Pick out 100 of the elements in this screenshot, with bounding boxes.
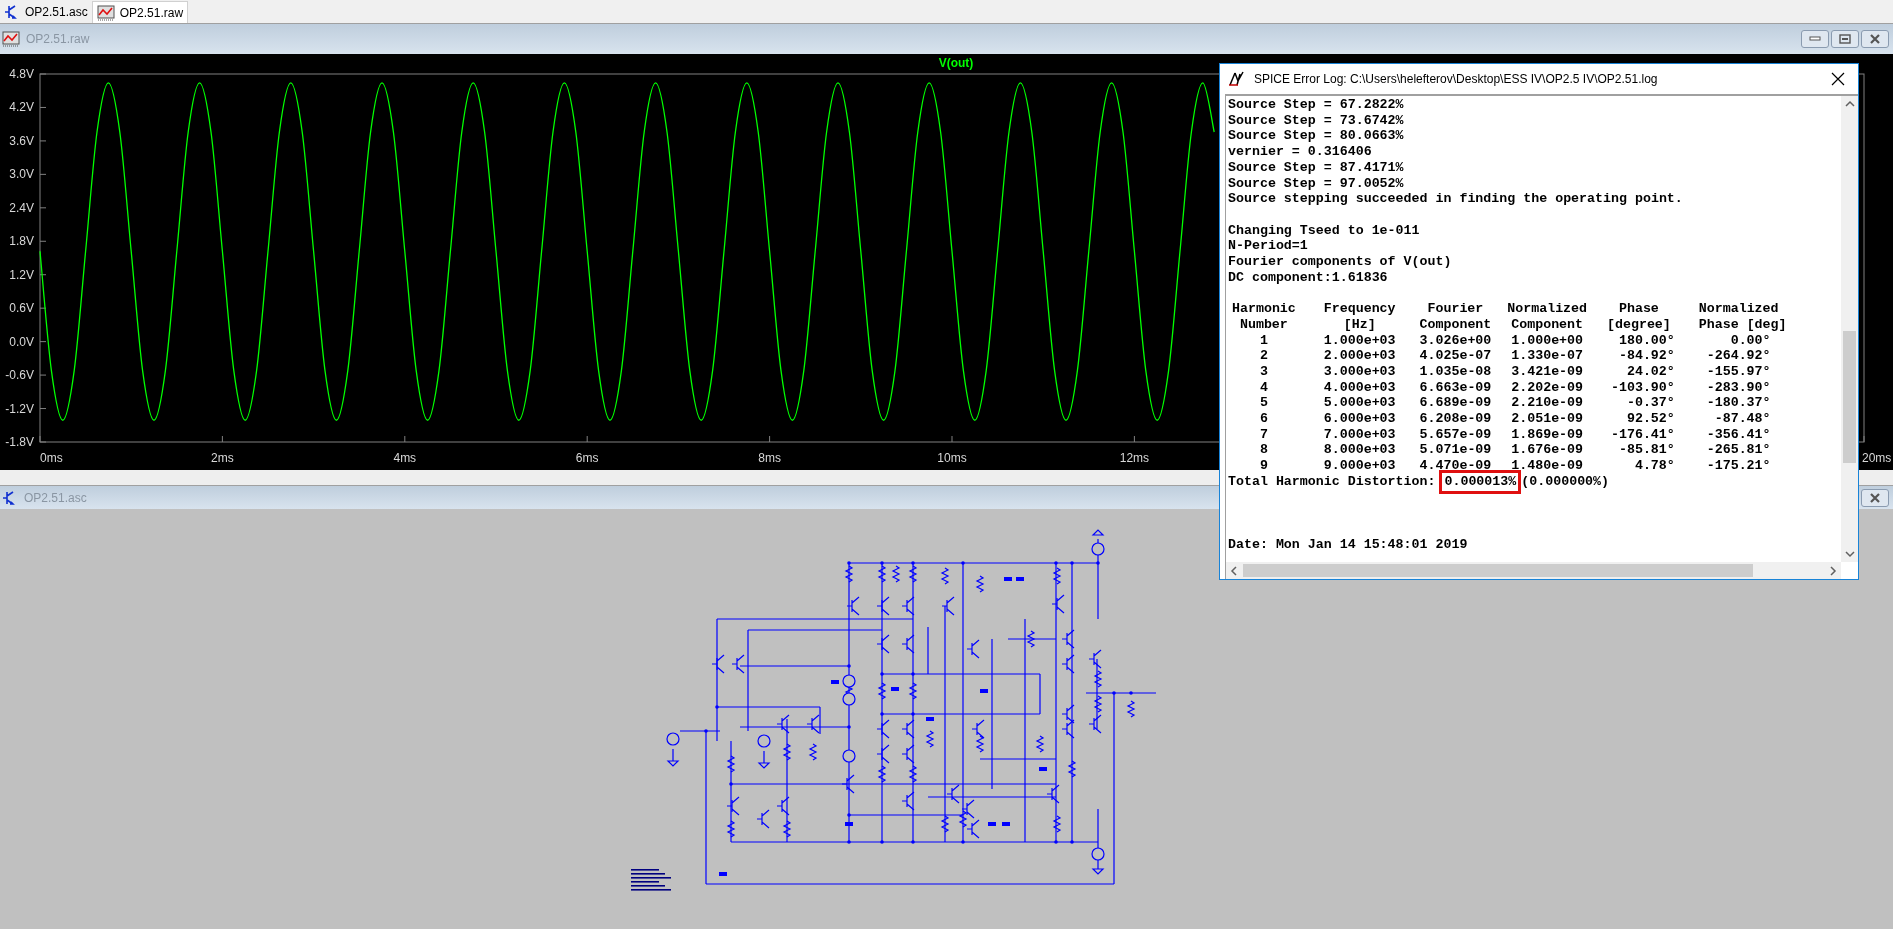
x-tick-label: 2ms bbox=[211, 451, 234, 465]
column-header: [degree] bbox=[1606, 316, 1672, 333]
table-cell-text: -85.81° bbox=[1617, 442, 1675, 459]
y-tick-label: -0.6V bbox=[5, 368, 34, 383]
x-tick-label: 6ms bbox=[575, 451, 599, 465]
table-cell: 3.026e+00 bbox=[1419, 332, 1492, 349]
vertical-scrollbar[interactable] bbox=[1841, 96, 1858, 562]
column-header: Component bbox=[1419, 316, 1492, 333]
table-cell-text: 92.52° bbox=[1625, 411, 1675, 427]
table-cell-text: 2.202e-09 bbox=[1510, 379, 1585, 396]
table-cell-text: 5 bbox=[1258, 395, 1269, 412]
y-tick-label: 4.8V bbox=[9, 67, 34, 81]
table-cell-text: -176.41° bbox=[1609, 426, 1675, 443]
column-header: Normalized bbox=[1698, 301, 1780, 317]
log-line: N-Period=1 bbox=[1228, 238, 1308, 254]
table-cell: 4.000e+03 bbox=[1323, 379, 1396, 396]
restore-button[interactable] bbox=[1831, 30, 1859, 48]
table-cell: 6.689e-09 bbox=[1419, 395, 1492, 412]
log-window-title: SPICE Error Log: C:\Users\helefterov\Desktop\ESS IV\OP2.5 IV\OP2.51.log bbox=[1254, 71, 1659, 88]
table-cell: 4.025e-07 bbox=[1419, 348, 1492, 364]
table-cell-text: -103.90° bbox=[1609, 379, 1675, 396]
trace-label: V(out) bbox=[938, 56, 974, 70]
y-tick-label: -1.8V bbox=[5, 435, 34, 449]
close-icon bbox=[1869, 492, 1881, 503]
close-icon bbox=[1869, 34, 1881, 44]
table-cell-text: 6 bbox=[1258, 411, 1269, 427]
log-line: Source stepping succeeded in finding the operating point. bbox=[1228, 191, 1683, 207]
table-cell: 8.000e+03 bbox=[1323, 442, 1396, 459]
table-cell-text: 3 bbox=[1258, 363, 1269, 380]
x-tick-label: 0ms bbox=[40, 451, 63, 465]
table-cell: 1.035e-08 bbox=[1419, 363, 1492, 380]
minimize-icon bbox=[1809, 36, 1821, 42]
x-tick-label: 10ms bbox=[937, 451, 967, 465]
log-line: Fourier components of V(out) bbox=[1228, 254, 1452, 270]
x-tick-label: 8ms bbox=[758, 451, 781, 465]
table-cell-text: 1.000e+00 bbox=[1510, 332, 1585, 349]
table-cell-text: 24.02° bbox=[1625, 363, 1675, 380]
restore-icon bbox=[1839, 34, 1851, 44]
y-tick-label: 1.2V bbox=[9, 267, 34, 282]
table-cell-text: 3.421e-09 bbox=[1510, 363, 1585, 380]
table-cell-text: 2.210e-09 bbox=[1510, 395, 1585, 412]
scrollbar-thumb[interactable] bbox=[1843, 331, 1856, 463]
y-tick-label: 0.6V bbox=[9, 301, 34, 316]
log-line: Source Step = 97.0052% bbox=[1228, 175, 1404, 192]
column-header: Frequency bbox=[1323, 301, 1396, 317]
log-line: DC component:1.61836 bbox=[1228, 269, 1388, 286]
y-tick-label: 1.8V bbox=[9, 234, 34, 249]
table-cell: 6.208e-09 bbox=[1419, 411, 1492, 427]
log-date: Date: Mon Jan 14 15:48:01 2019 bbox=[1228, 536, 1468, 553]
waveform-icon bbox=[96, 4, 115, 21]
log-line: Changing Tseed to 1e-011 bbox=[1228, 222, 1420, 239]
table-cell-text: -175.21° bbox=[1705, 458, 1772, 474]
y-tick-label: 4.2V bbox=[9, 100, 34, 115]
table-cell-text: 2 bbox=[1258, 348, 1269, 364]
table-cell-text: 1 bbox=[1258, 332, 1269, 349]
table-cell-text: 9 bbox=[1258, 458, 1269, 474]
table-cell-text: -356.41° bbox=[1705, 426, 1772, 443]
transistor-icon bbox=[4, 4, 20, 20]
table-cell: 3.000e+03 bbox=[1323, 363, 1396, 380]
table-cell-text: -265.81° bbox=[1705, 442, 1772, 459]
close-button[interactable] bbox=[1861, 488, 1889, 507]
x-tick-label: 4ms bbox=[393, 451, 417, 465]
table-cell-text: -180.37° bbox=[1705, 395, 1772, 412]
table-cell-text: -283.90° bbox=[1705, 379, 1772, 396]
close-button[interactable] bbox=[1861, 30, 1889, 48]
log-line: Source Step = 73.6742% bbox=[1228, 112, 1404, 129]
thd-label: Total Harmonic Distortion: bbox=[1228, 473, 1436, 490]
log-line: Source Step = 67.2822% bbox=[1228, 97, 1404, 113]
table-cell-text: -264.92° bbox=[1705, 348, 1772, 364]
x-tick-label: 20ms bbox=[1862, 451, 1892, 465]
close-icon bbox=[1831, 72, 1845, 86]
table-cell-text: 180.00° bbox=[1617, 332, 1675, 349]
y-tick-label: -1.2V bbox=[5, 401, 34, 416]
table-cell: 6.000e+03 bbox=[1323, 411, 1396, 427]
table-cell-text: 1.676e-09 bbox=[1510, 442, 1585, 459]
table-cell-text: 2.051e-09 bbox=[1510, 411, 1585, 427]
scrollbar-thumb[interactable] bbox=[1243, 564, 1753, 577]
table-cell: 5.071e-09 bbox=[1419, 442, 1492, 459]
table-cell-text: 1.869e-09 bbox=[1510, 426, 1585, 443]
table-cell-text: -0.37° bbox=[1625, 395, 1675, 412]
transistor-icon bbox=[2, 489, 18, 506]
table-cell-text: 4 bbox=[1258, 379, 1269, 396]
document-tab[interactable]: OP2.51.raw bbox=[91, 1, 189, 23]
horizontal-scrollbar[interactable] bbox=[1226, 562, 1841, 579]
column-header: Phase [deg] bbox=[1698, 316, 1787, 333]
x-tick-label: 12ms bbox=[1119, 451, 1150, 465]
table-cell: 1.000e+03 bbox=[1323, 332, 1396, 349]
table-cell: 7.000e+03 bbox=[1323, 426, 1396, 443]
table-cell-text: 1.330e-07 bbox=[1510, 348, 1585, 364]
table-cell: 6.663e-09 bbox=[1419, 379, 1492, 396]
waveform-icon bbox=[2, 31, 20, 47]
table-cell: 5.657e-09 bbox=[1419, 426, 1492, 443]
window-title: OP2.51.raw bbox=[26, 31, 90, 48]
thd-percent: (0.000000%) bbox=[1521, 473, 1610, 490]
column-header: Normalized bbox=[1507, 301, 1588, 317]
column-header: [Hz] bbox=[1342, 316, 1377, 333]
log-line: Source Step = 87.4171% bbox=[1228, 159, 1404, 176]
table-cell: 5.000e+03 bbox=[1323, 395, 1396, 412]
table-cell-text: 0.00° bbox=[1729, 332, 1772, 349]
window-title: OP2.51.asc bbox=[24, 489, 87, 507]
